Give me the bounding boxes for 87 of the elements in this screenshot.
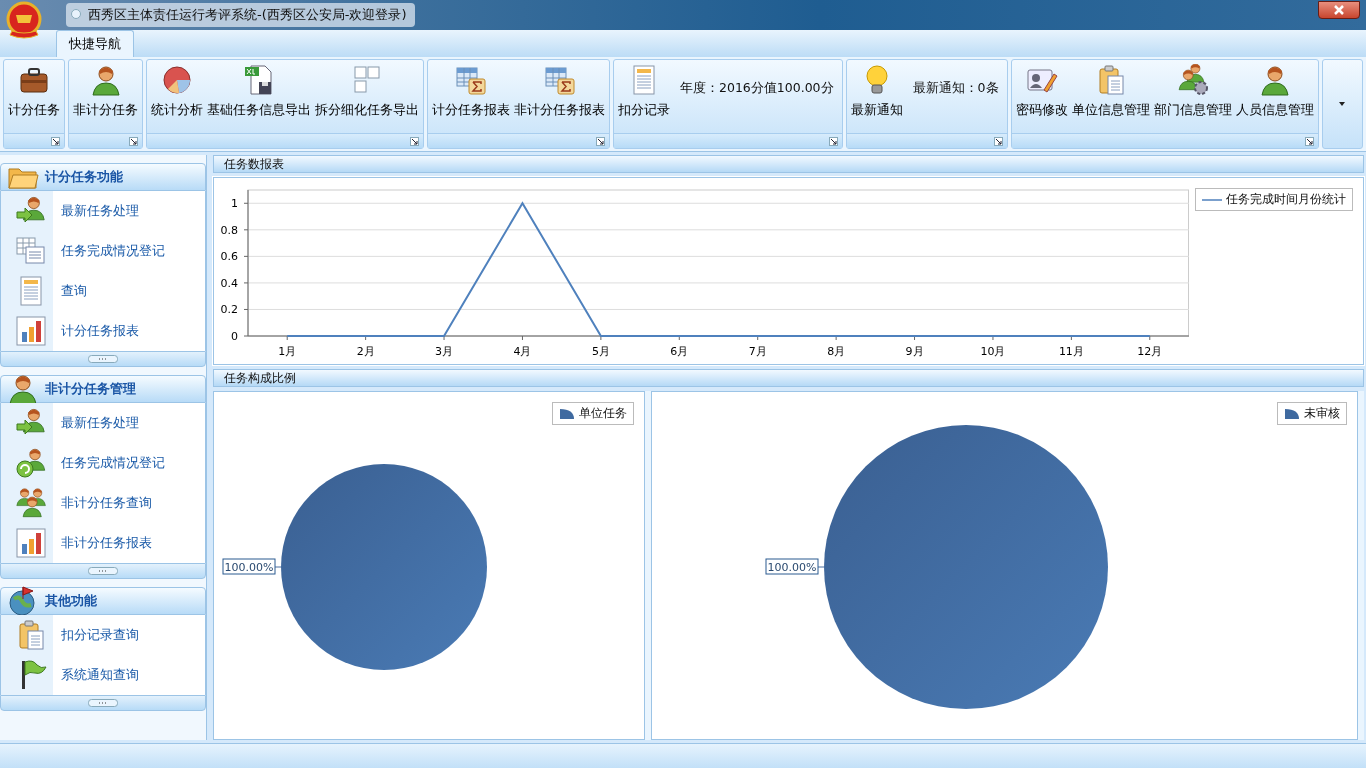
axis-label: 5月 xyxy=(591,345,610,358)
sidebar-item[interactable]: 查询 xyxy=(1,271,205,311)
sidebar-item[interactable]: 系统通知查询 xyxy=(1,655,205,695)
legend-swatch-icon xyxy=(1284,407,1300,420)
panel-title: 任务数报表 xyxy=(213,155,1364,173)
grip-icon[interactable] xyxy=(88,699,118,707)
sidebar-item[interactable]: 最新任务处理 xyxy=(1,191,205,231)
ribbon-button[interactable]: 非计分任务报表 xyxy=(512,60,607,133)
expand-icon[interactable] xyxy=(129,136,138,146)
leader-line xyxy=(274,566,282,568)
sidebar-item[interactable]: 最新任务处理 xyxy=(1,403,205,443)
axis-label: 12月 xyxy=(1137,345,1163,358)
axis-label: 2月 xyxy=(356,345,375,358)
info-text: 年度：2016分值100.00分 xyxy=(679,80,835,97)
window-title: 西秀区主体责任运行考评系统-(西秀区公安局-欢迎登录) xyxy=(66,3,415,27)
expand-icon[interactable] xyxy=(51,136,60,146)
sidebar-item[interactable]: 非计分任务查询 xyxy=(1,483,205,523)
bar-chart-icon xyxy=(15,315,47,347)
section-header[interactable]: 计分任务功能 xyxy=(0,163,206,191)
ribbon-button[interactable]: 统计分析 xyxy=(149,60,205,133)
ribbon-button[interactable]: 计分任务 xyxy=(6,60,62,133)
legend-label: 任务完成时间月份统计 xyxy=(1226,191,1346,208)
close-button[interactable] xyxy=(1318,1,1360,19)
table-document-icon xyxy=(15,235,47,267)
axis-label: 7月 xyxy=(748,345,767,358)
table-sigma-icon xyxy=(455,64,487,96)
grid-squares-icon xyxy=(351,64,383,96)
data-label: 100.00% xyxy=(765,558,819,575)
info-text: 最新通知：0条 xyxy=(911,80,1000,97)
axis-label: 0.4 xyxy=(220,276,238,290)
ribbon-button[interactable]: 最新通知 xyxy=(848,60,905,133)
sidebar-item[interactable]: 任务完成情况登记 xyxy=(1,443,205,483)
caret-icon xyxy=(1339,102,1346,106)
ribbon-button[interactable]: 拆分细化任务导出 xyxy=(313,60,421,133)
ribbon-button[interactable]: 密码修改 xyxy=(1013,60,1070,133)
axis-label: 1 xyxy=(231,197,238,211)
ribbon-button[interactable]: 部门信息管理 xyxy=(1151,60,1234,133)
ribbon-button[interactable]: 单位信息管理 xyxy=(1069,60,1152,133)
person-refresh-icon xyxy=(15,447,47,479)
axis-label: 0.6 xyxy=(220,250,238,264)
grip-icon[interactable] xyxy=(88,567,118,575)
table-sigma-icon xyxy=(543,64,576,96)
expand-icon[interactable] xyxy=(596,136,605,146)
ribbon-button[interactable]: 计分任务报表 xyxy=(430,60,512,133)
axis-label: 8月 xyxy=(827,345,846,358)
sidebar-item[interactable]: 计分任务报表 xyxy=(1,311,205,351)
ribbon-button[interactable]: 扣分记录 xyxy=(616,60,672,133)
grip-icon[interactable] xyxy=(88,355,118,363)
people-group-icon xyxy=(15,487,47,519)
expand-icon[interactable] xyxy=(993,136,1003,146)
axis-label: 10月 xyxy=(980,345,1006,358)
bar-chart-icon xyxy=(15,527,47,559)
sidebar-item[interactable]: 扣分记录查询 xyxy=(1,615,205,655)
expand-icon[interactable] xyxy=(1304,136,1314,146)
sidebar-item[interactable]: 非计分任务报表 xyxy=(1,523,205,563)
axis-label: 4月 xyxy=(513,345,532,358)
axis-label: 3月 xyxy=(435,345,454,358)
axis-label: 11月 xyxy=(1058,345,1084,358)
ribbon-button[interactable]: 基础任务信息导出 xyxy=(205,60,313,133)
person-icon xyxy=(89,64,122,96)
axis-label: 0 xyxy=(231,330,238,343)
leader-line xyxy=(817,566,825,568)
legend-label: 未审核 xyxy=(1304,405,1340,422)
expand-icon[interactable] xyxy=(828,136,838,146)
ribbon-button[interactable]: 非计分任务 xyxy=(71,60,140,133)
axis-label: 9月 xyxy=(905,345,924,358)
axis-label: 6月 xyxy=(670,345,689,358)
section-header[interactable]: 非计分任务管理 xyxy=(0,375,206,403)
data-label: 100.00% xyxy=(222,558,276,575)
ribbon-button[interactable]: 人员信息管理 xyxy=(1233,60,1316,133)
pie-chart-icon xyxy=(161,64,193,96)
legend-swatch-icon xyxy=(559,407,575,420)
axis-label: 1月 xyxy=(278,345,297,358)
window-icon xyxy=(71,9,81,19)
legend-label: 单位任务 xyxy=(579,405,627,422)
expand-icon[interactable] xyxy=(410,136,419,146)
legend-line-icon xyxy=(1202,197,1222,202)
sidebar-item[interactable]: 任务完成情况登记 xyxy=(1,231,205,271)
panel-title: 任务构成比例 xyxy=(213,369,1364,387)
people-gear-icon xyxy=(1176,64,1209,96)
close-icon xyxy=(1333,5,1345,15)
nav-tab[interactable]: 快捷导航 xyxy=(56,30,134,57)
axis-label: 0.2 xyxy=(220,303,238,317)
section-header[interactable]: 其他功能 xyxy=(0,587,206,615)
axis-label: 0.8 xyxy=(220,223,238,237)
person-icon xyxy=(1258,64,1291,96)
spreadsheet-file-icon xyxy=(243,64,275,96)
